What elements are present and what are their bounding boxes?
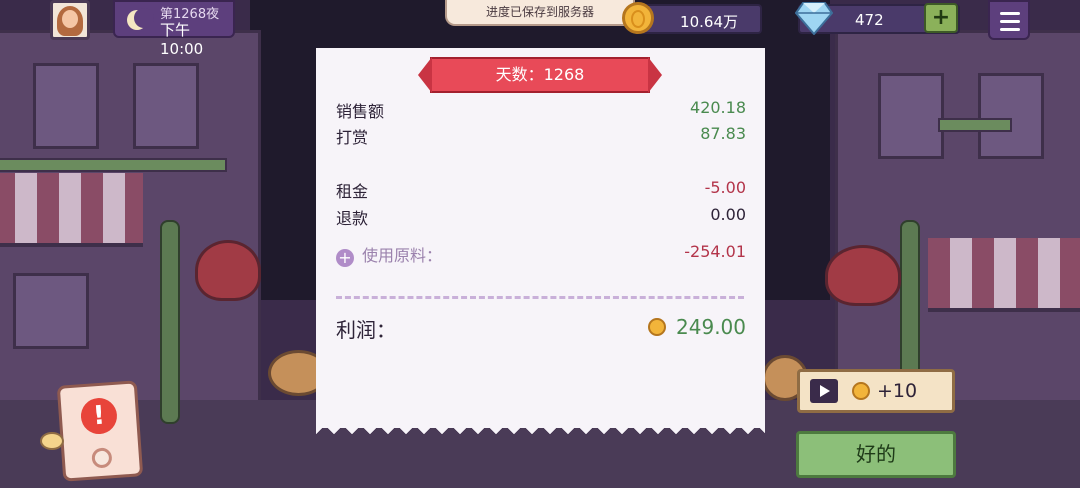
play-icon	[810, 379, 838, 403]
daily-receipt: 天数：1268 销售额 420.18 打赏 87.83 租金 -5.00 退款 …	[316, 48, 765, 442]
receipt-row-sales: 销售额 420.18	[336, 98, 746, 121]
flower	[195, 240, 261, 301]
profit-label: 利润：	[336, 318, 396, 342]
plus-circle-icon[interactable]: +	[336, 249, 354, 267]
row-value: -254.01	[684, 242, 746, 261]
day-time-panel: 第1268夜 下午10:00	[113, 0, 235, 58]
coin-icon	[622, 2, 654, 34]
row-label: 退款	[336, 209, 369, 228]
ad-reward-amount: +10	[877, 380, 918, 402]
row-value: -5.00	[704, 178, 746, 197]
receipt-row-refund: 退款 0.00	[336, 205, 746, 228]
row-value: 420.18	[690, 98, 746, 117]
buy-gems-button[interactable]: +	[924, 3, 958, 33]
coin-counter: 10.64万	[640, 4, 762, 34]
window	[133, 63, 199, 149]
flower	[825, 245, 901, 306]
window	[13, 273, 89, 349]
receipt-row-rent: 租金 -5.00	[336, 178, 746, 201]
coin-icon	[648, 318, 667, 336]
row-value: 87.83	[700, 124, 746, 143]
row-label: 租金	[336, 182, 369, 201]
menu-button[interactable]	[988, 0, 1030, 40]
ledge	[0, 158, 227, 172]
save-toast: 进度已保存到服务器	[445, 0, 635, 26]
row-label: 销售额	[336, 102, 385, 121]
watch-ad-button[interactable]: +10	[797, 369, 955, 413]
clock-time: 下午10:00	[160, 21, 204, 58]
awning	[928, 238, 1080, 312]
row-label: 打赏	[336, 128, 369, 147]
gem-value: 472	[855, 11, 884, 29]
menu-icon	[1000, 12, 1020, 15]
window	[33, 63, 99, 149]
pawn-icon	[40, 432, 64, 450]
receipt-row-tips: 打赏 87.83	[336, 124, 746, 147]
window	[978, 73, 1044, 159]
diamond-icon	[795, 2, 833, 35]
profit-value: 249.00	[648, 315, 746, 339]
ok-button[interactable]: 好的	[796, 431, 956, 478]
ledge	[938, 118, 1012, 132]
divider	[336, 296, 744, 299]
awning	[0, 173, 143, 247]
coin-icon	[852, 382, 870, 400]
window	[878, 73, 944, 159]
coin-value: 10.64万	[680, 13, 738, 31]
receipt-row-materials[interactable]: + 使用原料： -254.01	[336, 242, 746, 267]
notification-card[interactable]: !	[56, 380, 144, 482]
torn-edge	[316, 426, 765, 442]
moon-icon	[127, 8, 154, 30]
vine-lamp	[160, 220, 180, 424]
row-label: 使用原料：	[362, 246, 443, 265]
alert-icon: !	[79, 396, 119, 436]
avatar[interactable]	[50, 0, 90, 40]
left-building	[0, 30, 261, 416]
row-value: 0.00	[710, 205, 746, 224]
right-building	[835, 30, 1080, 416]
day-ribbon: 天数：1268	[418, 57, 662, 93]
